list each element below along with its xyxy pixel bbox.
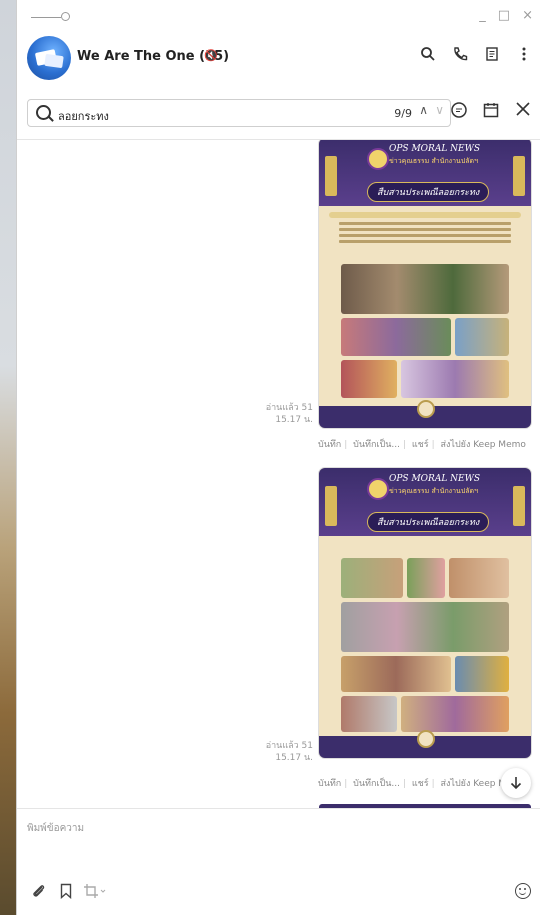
close-window-button[interactable]: × xyxy=(522,8,533,23)
save-as-link[interactable]: บันทึกเป็น... xyxy=(353,440,400,450)
group-avatar[interactable] xyxy=(27,36,71,80)
photo xyxy=(341,360,397,398)
phone-icon[interactable] xyxy=(451,46,469,64)
mute-icon: 🔇 xyxy=(204,49,218,62)
paperclip-icon[interactable] xyxy=(31,883,47,903)
search-row-actions xyxy=(449,101,533,121)
search-input-icon xyxy=(36,105,51,120)
minimize-button[interactable]: _ xyxy=(479,8,486,23)
photo xyxy=(341,264,509,314)
avatar-card-back xyxy=(44,53,64,69)
photo xyxy=(341,602,509,652)
chat-window: _ □ × We Are The One (55) 🔇 ลอยกระทง 9/9… xyxy=(16,0,540,915)
composer-toolbar xyxy=(17,883,540,903)
poster-caption xyxy=(329,212,521,218)
title-bar: _ □ × xyxy=(17,0,540,32)
photo xyxy=(449,558,509,598)
poster-subtitle: ข่าวคุณธรรม สำนักงานปลัดฯ xyxy=(389,487,479,495)
poster-body-text xyxy=(339,222,511,252)
keep-memo-link[interactable]: ส่งไปยัง Keep Memo xyxy=(441,440,526,450)
desktop-background xyxy=(0,0,16,915)
message-input-placeholder[interactable]: พิมพ์ข้อความ xyxy=(27,821,84,836)
read-receipt: อ่านแล้ว 51 15.17 น. xyxy=(266,740,313,764)
save-link[interactable]: บันทึก xyxy=(318,440,341,450)
poster-decoration xyxy=(513,156,525,196)
share-link[interactable]: แชร์ xyxy=(412,779,429,789)
message-actions: บันทึก | บันทึกเป็น... | แชร์ | ส่งไปยัง Ke… xyxy=(318,440,526,450)
previous-result-button[interactable]: ∧ xyxy=(419,103,428,117)
pin-toggle[interactable] xyxy=(31,12,71,22)
poster-decoration xyxy=(513,486,525,526)
poster-decoration xyxy=(325,486,337,526)
calendar-icon[interactable] xyxy=(481,101,501,121)
message-composer[interactable]: พิมพ์ข้อความ xyxy=(17,809,540,915)
emoji-icon[interactable] xyxy=(515,883,531,899)
poster-subtitle: ข่าวคุณธรรม สำนักงานปลัดฯ xyxy=(389,157,479,165)
read-receipt: อ่านแล้ว 51 15.17 น. xyxy=(266,402,313,426)
bookmark-icon[interactable] xyxy=(59,883,73,903)
scroll-to-bottom-button[interactable] xyxy=(501,768,531,798)
share-link[interactable]: แชร์ xyxy=(412,440,429,450)
photo xyxy=(341,318,451,356)
message-actions: บันทึก | บันทึกเป็น... | แชร์ | ส่งไปยัง Ke… xyxy=(318,779,526,789)
more-icon[interactable] xyxy=(515,46,533,64)
chat-header: We Are The One (55) 🔇 xyxy=(17,32,540,84)
photo xyxy=(341,656,451,692)
ops-logo-icon xyxy=(367,148,389,170)
poster-banner-text: สืบสานประเพณีลอยกระทง xyxy=(377,518,480,528)
window-controls: _ □ × xyxy=(479,8,533,23)
crop-icon[interactable] xyxy=(83,883,107,903)
ops-logo-icon xyxy=(367,478,389,500)
photo xyxy=(341,696,397,732)
read-count: อ่านแล้ว 51 xyxy=(265,403,313,413)
poster-emblem-icon xyxy=(417,400,435,418)
header-actions xyxy=(419,46,533,64)
image-message[interactable]: OPS MORAL NEWS ข่าวคุณธรรม สำนักงานปลัดฯ… xyxy=(319,468,531,758)
poster-emblem-icon xyxy=(417,730,435,748)
pin-knob xyxy=(61,12,70,21)
search-result-count: 9/9 xyxy=(394,107,412,120)
save-as-link[interactable]: บันทึกเป็น... xyxy=(353,779,400,789)
photo xyxy=(407,558,445,598)
search-input[interactable]: ลอยกระทง 9/9 ∧ ∨ xyxy=(27,99,451,127)
search-query[interactable]: ลอยกระทง xyxy=(58,107,109,125)
photo xyxy=(455,318,509,356)
pin-line xyxy=(31,17,61,18)
chat-bubble-icon[interactable] xyxy=(449,101,469,121)
photo xyxy=(401,360,509,398)
poster-banner-text: สืบสานประเพณีลอยกระทง xyxy=(377,188,480,198)
poster-title: OPS MORAL NEWS xyxy=(389,474,481,484)
save-link[interactable]: บันทึก xyxy=(318,779,341,789)
photo xyxy=(455,656,509,692)
notes-icon[interactable] xyxy=(483,46,501,64)
message-list: OPS MORAL NEWS ข่าวคุณธรรม สำนักงานปลัดฯ… xyxy=(17,140,540,808)
poster-decoration xyxy=(325,156,337,196)
message-time: 15.17 น. xyxy=(275,753,313,763)
message-time: 15.17 น. xyxy=(275,415,313,425)
chat-search-bar: ลอยกระทง 9/9 ∧ ∨ xyxy=(17,97,540,131)
next-result-button[interactable]: ∨ xyxy=(435,103,444,117)
maximize-button[interactable]: □ xyxy=(498,8,510,23)
photo xyxy=(401,696,509,732)
photo xyxy=(341,558,403,598)
close-icon[interactable] xyxy=(513,101,533,121)
read-count: อ่านแล้ว 51 xyxy=(265,741,313,751)
image-message[interactable]: OPS MORAL NEWS ข่าวคุณธรรม สำนักงานปลัดฯ… xyxy=(319,140,531,428)
poster-title: OPS MORAL NEWS xyxy=(389,144,481,154)
search-icon[interactable] xyxy=(419,46,437,64)
